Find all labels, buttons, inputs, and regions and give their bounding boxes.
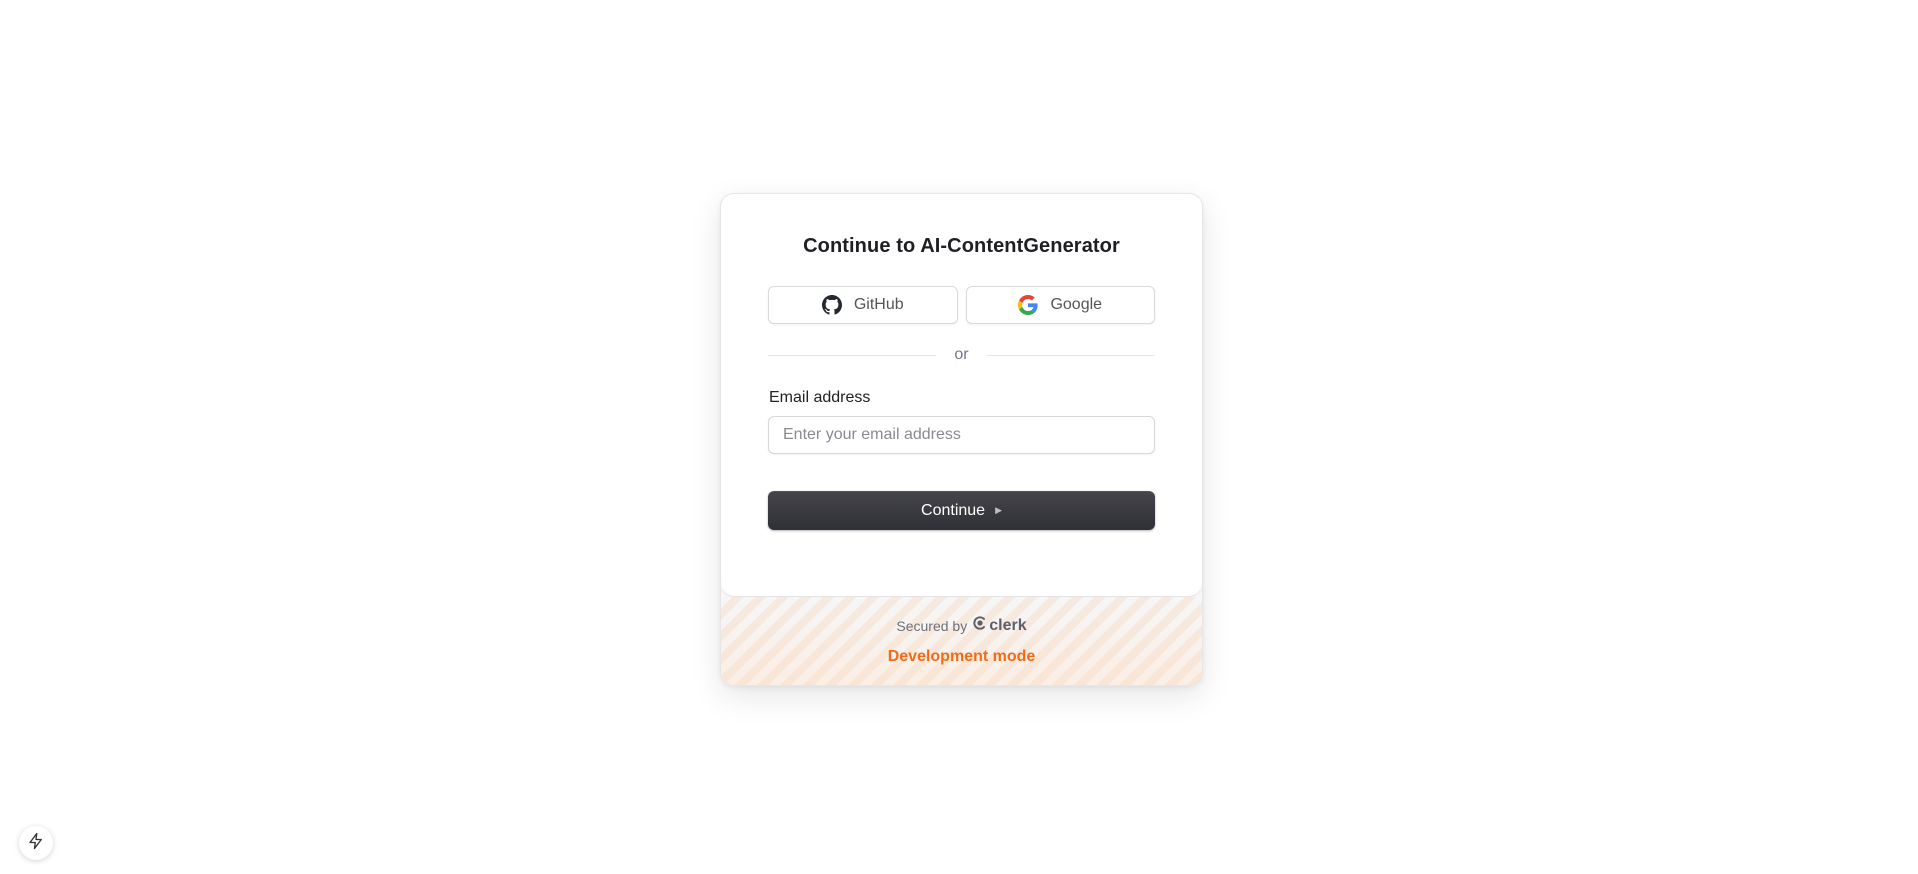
or-divider: or: [768, 346, 1156, 364]
divider-line-right: [986, 354, 1156, 356]
divider-text: or: [954, 346, 969, 363]
continue-button[interactable]: Continue ▶: [768, 491, 1155, 530]
github-button-label: GitHub: [853, 296, 904, 313]
secured-by-text: Secured by: [896, 617, 968, 634]
github-button[interactable]: GitHub: [768, 286, 958, 324]
development-mode-badge: Development mode: [887, 648, 1036, 665]
social-buttons-row: GitHub Google: [768, 286, 1155, 324]
caret-right-icon: ▶: [995, 505, 1002, 515]
sign-in-card: Continue to AI-ContentGenerator GitHub G…: [720, 193, 1203, 686]
secured-by: Secured by clerk: [721, 597, 1202, 635]
clerk-logo-icon: [973, 616, 987, 635]
clerk-logo-link[interactable]: clerk: [973, 616, 1027, 635]
page-title: Continue to AI-ContentGenerator: [803, 235, 1120, 257]
email-field[interactable]: [768, 416, 1155, 454]
email-label: Email address: [769, 389, 871, 406]
google-button[interactable]: Google: [965, 286, 1155, 324]
lightning-bolt-icon: [27, 832, 45, 855]
google-icon: [1018, 295, 1039, 315]
page: Continue to AI-ContentGenerator GitHub G…: [0, 0, 1918, 874]
sign-in-main: Continue to AI-ContentGenerator GitHub G…: [721, 194, 1202, 597]
card-footer: Secured by clerk Development mode: [721, 597, 1202, 685]
continue-button-label: Continue: [921, 501, 986, 519]
dev-tools-button[interactable]: [19, 826, 53, 860]
clerk-logo-text: clerk: [989, 616, 1027, 634]
google-button-label: Google: [1050, 296, 1103, 313]
divider-line-left: [768, 354, 937, 356]
github-icon: [821, 295, 842, 315]
